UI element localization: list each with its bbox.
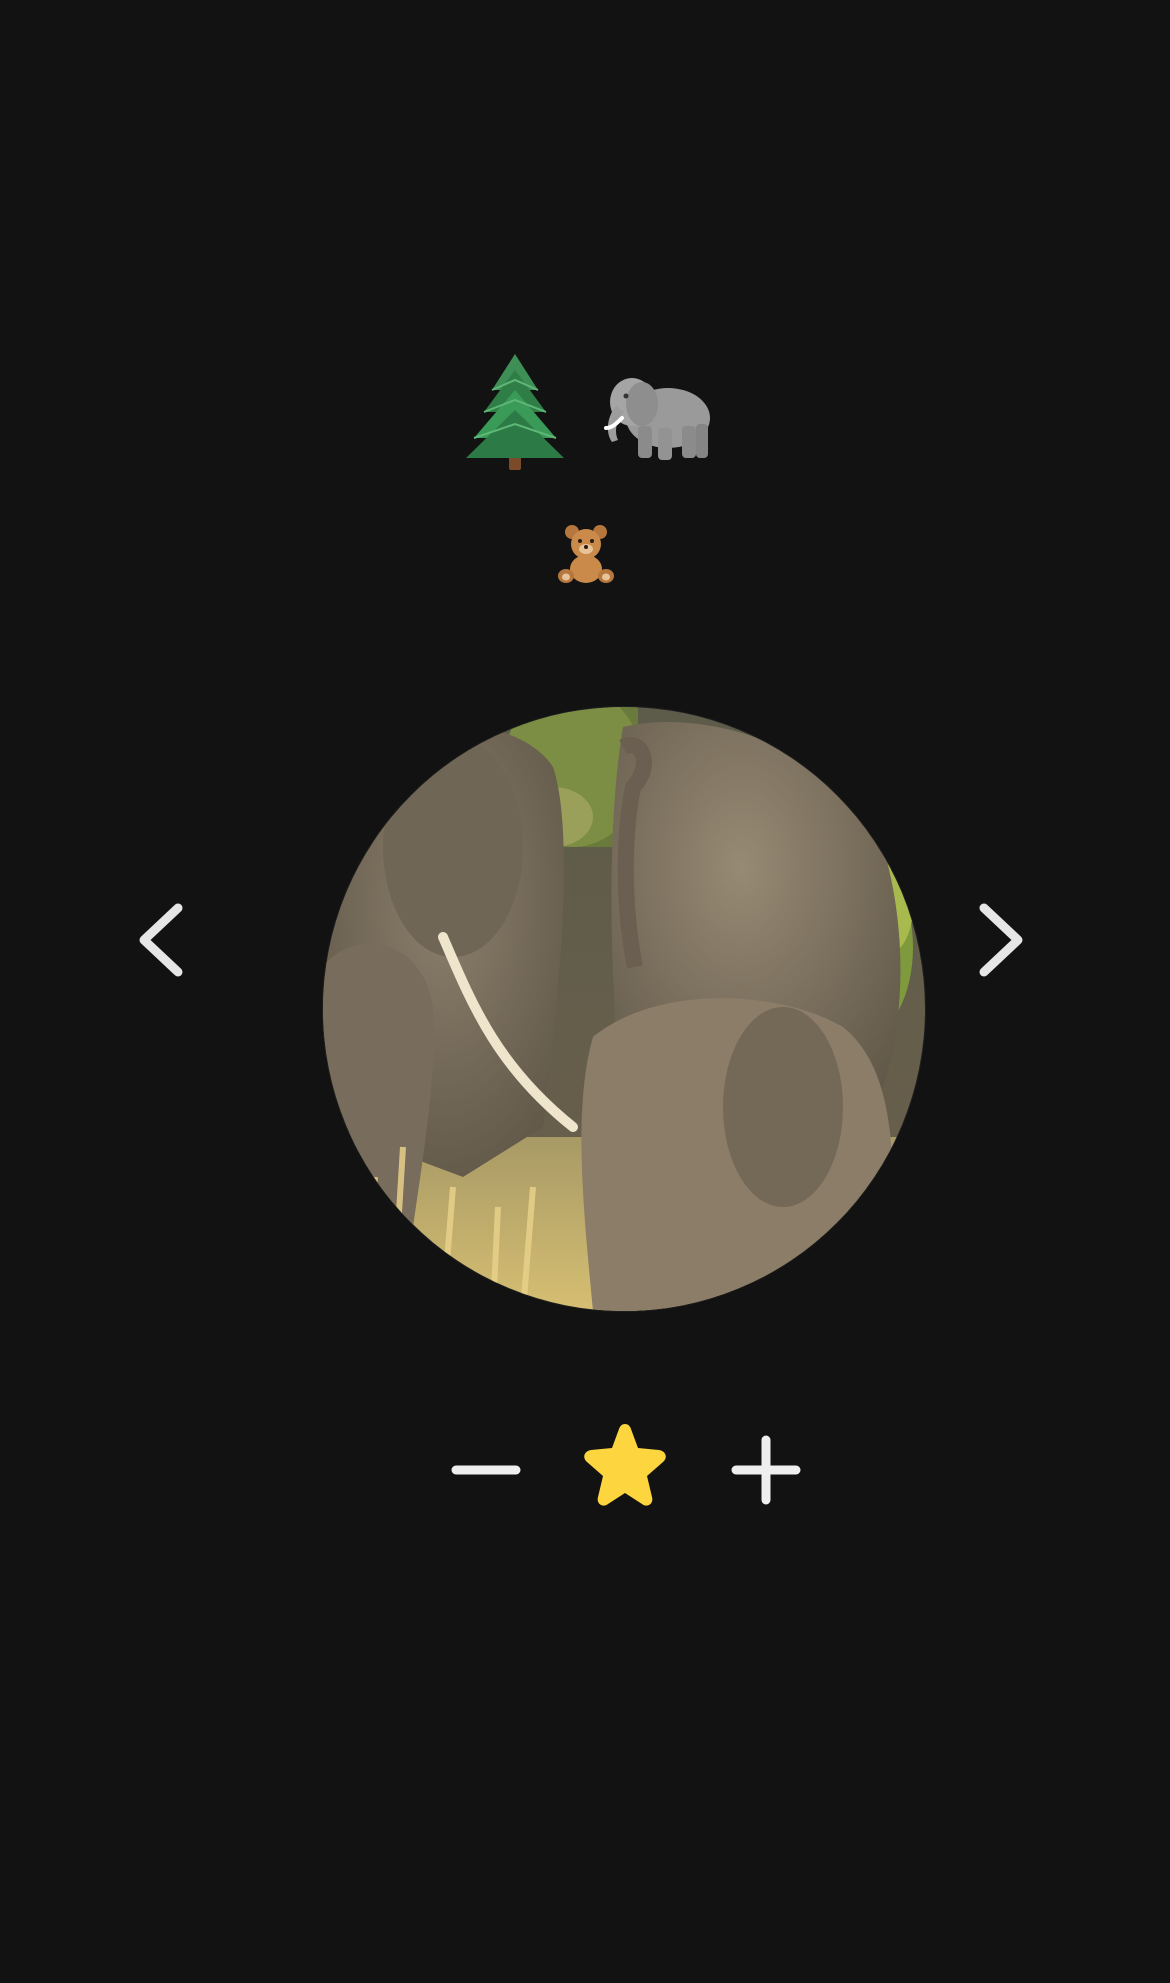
zoom-out-button[interactable] [450, 1440, 522, 1500]
favorite-button[interactable] [578, 1420, 672, 1512]
plus-icon [731, 1435, 801, 1505]
teddy-bear-icon [558, 525, 614, 583]
zoom-in-button[interactable] [730, 1434, 802, 1506]
star-icon [584, 1424, 666, 1506]
previous-button[interactable] [132, 900, 196, 980]
chevron-left-icon [139, 903, 183, 977]
elephant-icon [604, 378, 710, 460]
minus-icon [451, 1465, 521, 1475]
chevron-right-icon [979, 903, 1023, 977]
elephant-photo [323, 707, 925, 1311]
evergreen-tree-icon [466, 354, 564, 470]
next-button[interactable] [966, 900, 1030, 980]
